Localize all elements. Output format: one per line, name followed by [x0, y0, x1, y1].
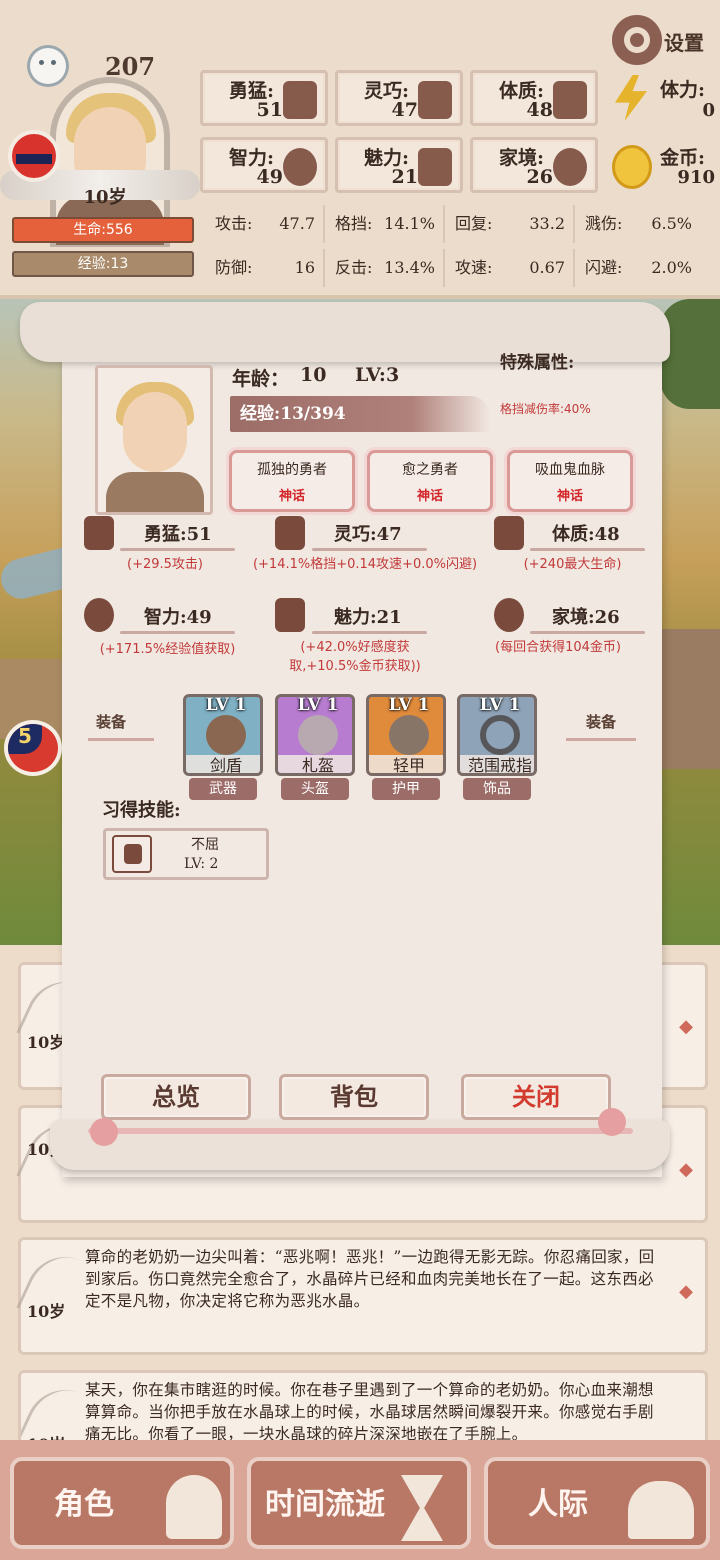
attr-bravery[interactable]: 勇猛: 51: [200, 70, 328, 126]
mask-badge-icon[interactable]: [8, 130, 60, 182]
bow-icon: [598, 1108, 626, 1136]
flower-icon: [275, 598, 305, 632]
ghost-icon: [30, 48, 66, 84]
muscle-arm-icon: [553, 81, 587, 119]
hourglass-icon: [401, 1475, 443, 1541]
age-value: 10: [300, 364, 327, 386]
attr-family[interactable]: 家境: 26: [470, 137, 598, 193]
bag-button[interactable]: 背包: [279, 1074, 429, 1120]
house-icon: [553, 148, 587, 186]
stat-splash: 溅伤: 6.5%: [585, 214, 692, 233]
attr-intelligence[interactable]: 智力: 49: [200, 137, 328, 193]
armor-icon: [389, 715, 429, 755]
gold-label: 金币:: [660, 147, 706, 169]
settings-button[interactable]: 设置: [612, 15, 712, 65]
helmet-icon: [298, 715, 338, 755]
stat-bravery: 勇猛:51: [144, 524, 212, 545]
trait-card[interactable]: 愈之勇者 神话: [367, 450, 493, 512]
stat-attack-speed: 攻速: 0.67: [445, 249, 575, 287]
stat-intelligence-desc: (+171.5%经验值获取): [99, 642, 236, 657]
nav-time-button[interactable]: 时间流逝: [247, 1457, 471, 1549]
stamina-label: 体力:: [660, 79, 706, 101]
flower-icon: [418, 148, 452, 186]
log-age: 10岁: [27, 1302, 66, 1321]
stat-constitution-desc: (+240最大生命): [523, 557, 622, 572]
gold-coin-icon: [612, 145, 652, 189]
stat-dexterity: 灵巧:47: [334, 524, 402, 545]
hp-bar: 生命:556: [12, 217, 194, 243]
skill-fist-icon: [112, 835, 152, 873]
lightning-icon: [615, 75, 647, 121]
bow-icon: [90, 1118, 118, 1146]
special-title: 特殊属性:: [500, 353, 575, 373]
stat-counter: 反击: 13.4%: [325, 249, 445, 287]
nav-social-button[interactable]: 人际: [484, 1457, 710, 1549]
stat-dexterity-desc: (+14.1%格挡+0.14攻速+0.0%闪避): [252, 557, 478, 572]
stat-charm: 魅力:21: [334, 607, 402, 628]
muscle-arm-icon: [494, 516, 524, 550]
age-label: 年龄：: [232, 368, 290, 390]
attr-constitution[interactable]: 体质: 48: [470, 70, 598, 126]
trait-card[interactable]: 吸血鬼血脉 神话: [507, 450, 633, 512]
skill-card[interactable]: 不屈 LV: 2: [103, 828, 269, 880]
stat-bravery-desc: (+29.5攻击): [127, 557, 203, 572]
stat-regen: 回复: 33.2: [445, 205, 575, 243]
equip-slot-armor[interactable]: LV 1 轻甲 护甲: [366, 694, 446, 800]
xp-bar: 经验:13: [12, 251, 194, 277]
stat-intelligence: 智力:49: [144, 607, 212, 628]
ribbon-decoration: [88, 1128, 633, 1134]
attr-dexterity[interactable]: 灵巧: 47: [335, 70, 463, 126]
stat-attack: 攻击: 47.7: [205, 205, 325, 243]
trait-card[interactable]: 孤独的勇者 神话: [229, 450, 355, 512]
fist-icon: [84, 516, 114, 550]
combat-stats: 攻击: 47.7 格挡: 14.1% 回复: 33.2 溅伤: 6.5% 防御: 16 反…: [205, 203, 710, 287]
skills-title: 习得技能:: [102, 800, 181, 821]
log-entry: 10岁 某天，你在集市瞎逛的时候。你在巷子里遇到了一个算命的老奶奶。你心血来潮想…: [18, 1370, 708, 1450]
stat-charm-desc: (+42.0%好感度获取,+10.5%金币获取)): [289, 640, 421, 674]
cloak-icon: [418, 81, 452, 119]
top-number: 207: [104, 52, 156, 81]
attr-charm[interactable]: 魅力: 21: [335, 137, 463, 193]
close-button[interactable]: 关闭: [461, 1074, 611, 1120]
stat-constitution: 体质:48: [552, 524, 620, 545]
overview-button[interactable]: 总览: [101, 1074, 251, 1120]
log-text: 某天，你在集市瞎逛的时候。你在巷子里遇到了一个算命的老奶奶。你心血来潮想算算命。…: [85, 1381, 654, 1443]
equip-label-right: 装备: [586, 713, 617, 731]
character-header: 207 10岁 生命:556 经验:13 勇猛: 51 灵巧: 47 体质: 4…: [0, 0, 720, 295]
special-note: 格挡减伤率:40%: [500, 402, 591, 416]
sheet-portrait: [95, 365, 213, 515]
stat-defense: 防御: 16: [205, 249, 325, 287]
stat-block: 格挡: 14.1%: [325, 205, 445, 243]
equip-label-left: 装备: [96, 713, 127, 731]
level-label: LV:3: [355, 364, 400, 386]
sword-shield-icon: [206, 715, 246, 755]
equip-slot-accessory[interactable]: LV 1 范围戒指 饰品: [457, 694, 537, 800]
log-entry: 10岁 算命的老奶奶一边尖叫着：“恶兆啊！恶兆！”一边跑得无影无踪。你忍痛回家，…: [16, 1237, 708, 1355]
fist-icon: [283, 81, 317, 119]
ornament-icon: ◆: [679, 1281, 693, 1302]
gear-icon: [612, 15, 662, 65]
equip-slot-weapon[interactable]: LV 1 剑盾 武器: [183, 694, 263, 800]
stat-family-desc: (每回合获得104金币): [495, 640, 621, 655]
brain-head-icon: [84, 598, 114, 632]
gold-value: 910: [677, 167, 715, 188]
cloak-icon: [275, 516, 305, 550]
stamina-value: 0: [702, 100, 715, 121]
people-icon: [628, 1481, 694, 1539]
xp-progress: 经验:13/394: [230, 396, 490, 432]
stat-family: 家境:26: [552, 607, 620, 628]
nav-character-button[interactable]: 角色: [10, 1457, 234, 1549]
age-label: 10岁: [83, 187, 127, 208]
character-icon: [166, 1475, 222, 1539]
house-icon: [494, 598, 524, 632]
brain-head-icon: [283, 148, 317, 186]
equip-slot-helmet[interactable]: LV 1 札盔 头盔: [275, 694, 355, 800]
stat-dodge: 闪避: 2.0%: [585, 258, 692, 277]
ring-icon: [480, 715, 520, 755]
log-text: 算命的老奶奶一边尖叫着：“恶兆啊！恶兆！”一边跑得无影无踪。你忍痛回家，回到家后…: [85, 1248, 655, 1310]
ornament-icon: ◆: [679, 1159, 693, 1180]
ornament-icon: ◆: [679, 1016, 693, 1037]
